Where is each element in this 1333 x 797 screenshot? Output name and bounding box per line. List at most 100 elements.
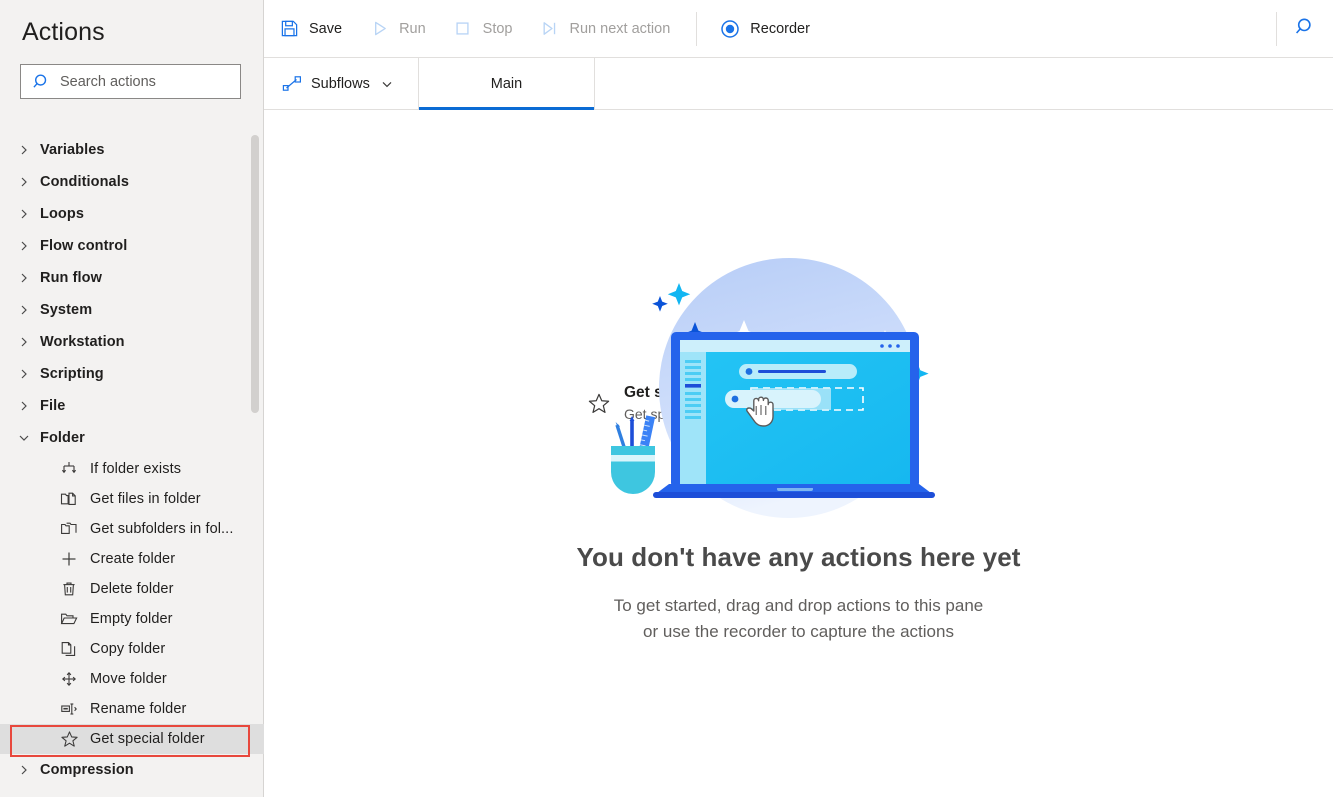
laptop-drag-drop-illustration: [599, 240, 999, 520]
empty-state: You don't have any actions here yet To g…: [264, 240, 1333, 645]
actions-tree: Variables Conditionals Loops Flow contro…: [0, 134, 264, 797]
open-folder-icon: [56, 610, 82, 628]
sidebar-group-label: Folder: [40, 430, 85, 446]
sidebar-group-system[interactable]: System: [0, 294, 264, 326]
stop-square-icon: [450, 19, 476, 38]
action-label: Copy folder: [90, 641, 166, 657]
chevron-down-icon: [380, 77, 394, 91]
move-arrows-icon: [56, 670, 82, 688]
scrollbar-thumb[interactable]: [251, 135, 259, 413]
sidebar-group-workstation[interactable]: Workstation: [0, 326, 264, 358]
chevron-right-icon: [18, 368, 40, 380]
chevron-right-icon: [18, 764, 40, 776]
star-icon: [56, 730, 82, 749]
run-button[interactable]: Run: [358, 9, 438, 49]
run-label: Run: [399, 20, 426, 37]
stop-button[interactable]: Stop: [442, 9, 525, 49]
recorder-label: Recorder: [750, 20, 810, 37]
action-label: Move folder: [90, 671, 167, 687]
save-button[interactable]: Save: [268, 9, 354, 49]
toolbar-right-group: [1276, 0, 1333, 58]
tab-main[interactable]: Main: [419, 58, 595, 110]
action-copy-folder[interactable]: Copy folder: [0, 634, 264, 664]
sidebar-scrollbar[interactable]: [249, 130, 261, 420]
chevron-right-icon: [18, 208, 40, 220]
sidebar-group-label: System: [40, 302, 93, 318]
sidebar-group-label: File: [40, 398, 66, 414]
rename-icon: [56, 700, 82, 718]
empty-state-subtitle: To get started, drag and drop actions to…: [614, 593, 984, 645]
search-icon: [1294, 16, 1316, 43]
flow-canvas[interactable]: Get special folder Get special folder: [264, 110, 1333, 797]
chevron-right-icon: [18, 176, 40, 188]
tabstrip: Subflows Main: [264, 58, 1333, 110]
action-if-folder-exists[interactable]: If folder exists: [0, 454, 264, 484]
flow-designer-pane: Save Run Stop Run next action Recorder S…: [264, 0, 1333, 797]
action-delete-folder[interactable]: Delete folder: [0, 574, 264, 604]
toolbar-search-button[interactable]: [1277, 0, 1333, 58]
trash-icon: [56, 580, 82, 598]
action-move-folder[interactable]: Move folder: [0, 664, 264, 694]
action-get-subfolders-in-folder[interactable]: Get subfolders in fol...: [0, 514, 264, 544]
action-label: Get special folder: [90, 731, 205, 747]
chevron-right-icon: [18, 240, 40, 252]
sidebar-group-loops[interactable]: Loops: [0, 198, 264, 230]
sidebar-group-scripting[interactable]: Scripting: [0, 358, 264, 390]
chevron-right-icon: [18, 304, 40, 316]
copy-pages-icon: [56, 640, 82, 658]
chevron-down-icon: [18, 432, 40, 444]
play-icon: [366, 19, 392, 38]
sidebar-group-variables[interactable]: Variables: [0, 134, 264, 166]
stop-label: Stop: [482, 20, 513, 37]
actions-sidebar: Actions Variables Conditi: [0, 0, 264, 797]
run-next-action-button[interactable]: Run next action: [529, 9, 683, 49]
search-actions-box[interactable]: [20, 64, 241, 99]
sidebar-group-compression[interactable]: Compression: [0, 754, 264, 786]
sidebar-group-label: Flow control: [40, 238, 128, 254]
folder-file-icon: [56, 490, 82, 508]
action-create-folder[interactable]: Create folder: [0, 544, 264, 574]
plus-icon: [56, 550, 82, 568]
sidebar-group-label: Loops: [40, 206, 84, 222]
subflow-graph-icon: [282, 75, 302, 93]
sidebar-group-conditionals[interactable]: Conditionals: [0, 166, 264, 198]
empty-state-line2: or use the recorder to capture the actio…: [643, 622, 954, 641]
sidebar-group-folder[interactable]: Folder: [0, 422, 264, 454]
search-icon: [29, 73, 55, 91]
subflows-dropdown[interactable]: Subflows: [264, 58, 419, 109]
search-input[interactable]: [55, 73, 232, 90]
action-label: Delete folder: [90, 581, 174, 597]
sidebar-group-label: Scripting: [40, 366, 104, 382]
branch-arrows-icon: [56, 460, 82, 478]
empty-state-title: You don't have any actions here yet: [576, 542, 1021, 572]
action-label: Rename folder: [90, 701, 187, 717]
subflows-label: Subflows: [311, 75, 370, 92]
run-next-action-label: Run next action: [569, 20, 671, 37]
action-get-files-in-folder[interactable]: Get files in folder: [0, 484, 264, 514]
action-label: Get files in folder: [90, 491, 201, 507]
chevron-right-icon: [18, 336, 40, 348]
sidebar-group-label: Compression: [40, 762, 134, 778]
sidebar-group-label: Run flow: [40, 270, 103, 286]
sidebar-group-run-flow[interactable]: Run flow: [0, 262, 264, 294]
sidebar-group-label: Variables: [40, 142, 105, 158]
action-rename-folder[interactable]: Rename folder: [0, 694, 264, 724]
record-icon: [717, 19, 743, 39]
recorder-button[interactable]: Recorder: [709, 9, 822, 49]
action-empty-folder[interactable]: Empty folder: [0, 604, 264, 634]
action-label: Get subfolders in fol...: [90, 521, 234, 537]
sidebar-group-file[interactable]: File: [0, 390, 264, 422]
chevron-right-icon: [18, 272, 40, 284]
toolbar-divider: [696, 11, 698, 46]
save-icon: [276, 19, 302, 38]
tab-label: Main: [490, 75, 523, 92]
chevron-right-icon: [18, 144, 40, 156]
sidebar-group-label: Conditionals: [40, 174, 129, 190]
action-get-special-folder[interactable]: Get special folder: [0, 724, 264, 754]
main-toolbar: Save Run Stop Run next action Recorder: [264, 0, 1333, 58]
power-automate-desktop-window: Actions Variables Conditi: [0, 0, 1333, 797]
action-label: If folder exists: [90, 461, 182, 477]
action-label: Create folder: [90, 551, 176, 567]
save-label: Save: [309, 20, 343, 37]
sidebar-group-flow-control[interactable]: Flow control: [0, 230, 264, 262]
